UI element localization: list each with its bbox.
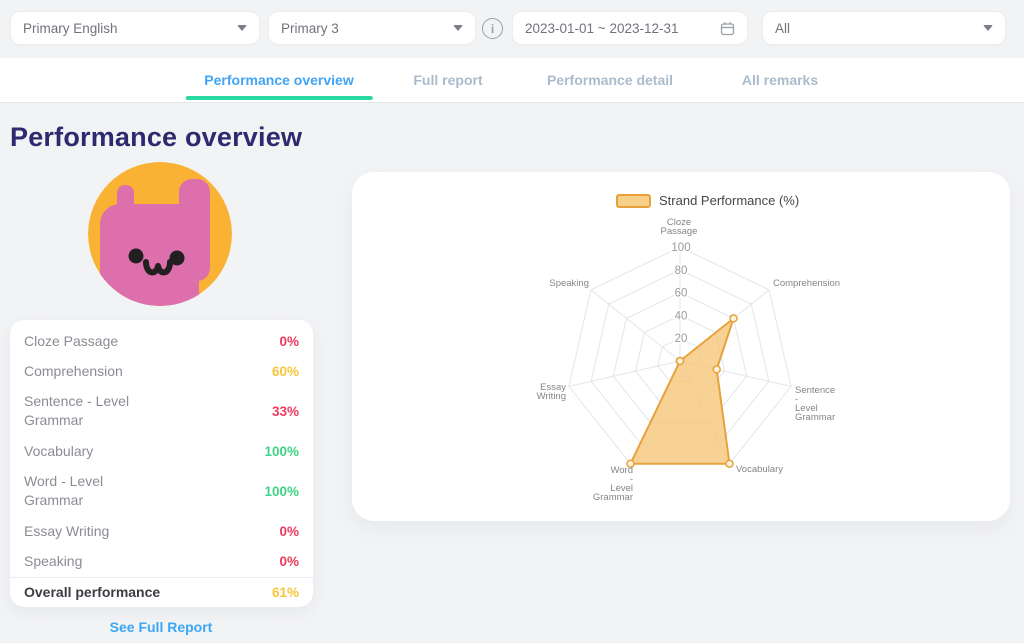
tab-label: All remarks [742,72,818,88]
chevron-down-icon [453,25,463,31]
stat-label: Word - Level Grammar [24,472,144,510]
tab-all-remarks[interactable]: All remarks [742,58,818,102]
overall-performance-value: 61% [272,585,299,600]
student-avatar [88,162,232,306]
stat-row: Essay Writing 0% [10,516,313,546]
overall-performance-label: Overall performance [24,584,160,600]
date-range-value: 2023-01-01 ~ 2023-12-31 [525,21,679,36]
see-full-report-link[interactable]: See Full Report [110,619,213,635]
svg-text:Passage: Passage [661,226,698,237]
svg-text:60: 60 [675,288,688,300]
strand-performance-radar-chart: 20406080100ClozePassageComprehensionSent… [352,172,1010,521]
svg-text:40: 40 [675,310,688,322]
stat-value: 0% [279,554,299,569]
stat-value: 100% [264,444,299,459]
overall-performance-row: Overall performance 61% [10,577,313,606]
subject-select-value: Primary English [23,21,118,36]
scope-select[interactable]: All [762,11,1006,45]
subject-select[interactable]: Primary English [10,11,260,45]
tab-label: Performance detail [547,72,673,88]
stat-label: Comprehension [24,362,123,381]
svg-text:Writing: Writing [537,391,566,402]
tab-performance-detail[interactable]: Performance detail [547,58,673,102]
radar-chart-card: Strand Performance (%) 20406080100ClozeP… [352,172,1010,521]
stat-label: Vocabulary [24,442,93,461]
stat-row: Word - Level Grammar 100% [10,466,313,516]
stat-value: 0% [279,524,299,539]
tab-label: Performance overview [204,72,353,88]
stat-row: Cloze Passage 0% [10,326,313,356]
level-select-value: Primary 3 [281,21,339,36]
stat-row: Sentence - Level Grammar 33% [10,386,313,436]
radar-tick-labels: 20 40 60 80 100 [671,242,690,345]
date-range-input[interactable]: 2023-01-01 ~ 2023-12-31 [512,11,748,45]
svg-text:80: 80 [675,265,688,277]
info-icon[interactable]: i [482,18,503,39]
svg-text:Grammar: Grammar [795,412,835,423]
stat-label: Cloze Passage [24,332,118,351]
calendar-icon [720,21,735,36]
stat-label: Sentence - Level Grammar [24,392,144,430]
stat-row: Comprehension 60% [10,356,313,386]
scope-select-value: All [775,21,790,36]
stat-row: Speaking 0% [10,546,313,576]
tab-label: Full report [413,72,482,88]
tab-performance-overview[interactable]: Performance overview [204,58,353,102]
stat-value: 60% [272,364,299,379]
svg-text:Comprehension: Comprehension [773,278,840,289]
stat-value: 33% [272,404,299,419]
page-title: Performance overview [10,122,302,153]
stat-label: Essay Writing [24,522,109,541]
svg-text:Vocabulary: Vocabulary [736,464,783,475]
level-select[interactable]: Primary 3 [268,11,476,45]
tab-bar: Performance overview Full report Performan… [0,58,1024,103]
svg-text:20: 20 [675,333,688,345]
chevron-down-icon [983,25,993,31]
svg-text:Grammar: Grammar [593,492,633,503]
chevron-down-icon [237,25,247,31]
stat-value: 0% [279,334,299,349]
svg-text:100: 100 [671,242,690,254]
svg-text:Sentence: Sentence [795,385,835,396]
svg-text:Speaking: Speaking [549,278,589,289]
strand-stats-card: Cloze Passage 0% Comprehension 60% Sentence … [10,320,313,607]
stat-row: Vocabulary 100% [10,436,313,466]
stat-label: Speaking [24,552,82,571]
avatar-eye-left [129,249,144,264]
active-tab-underline [186,96,373,100]
tab-full-report[interactable]: Full report [413,58,482,102]
stat-value: 100% [264,484,299,499]
